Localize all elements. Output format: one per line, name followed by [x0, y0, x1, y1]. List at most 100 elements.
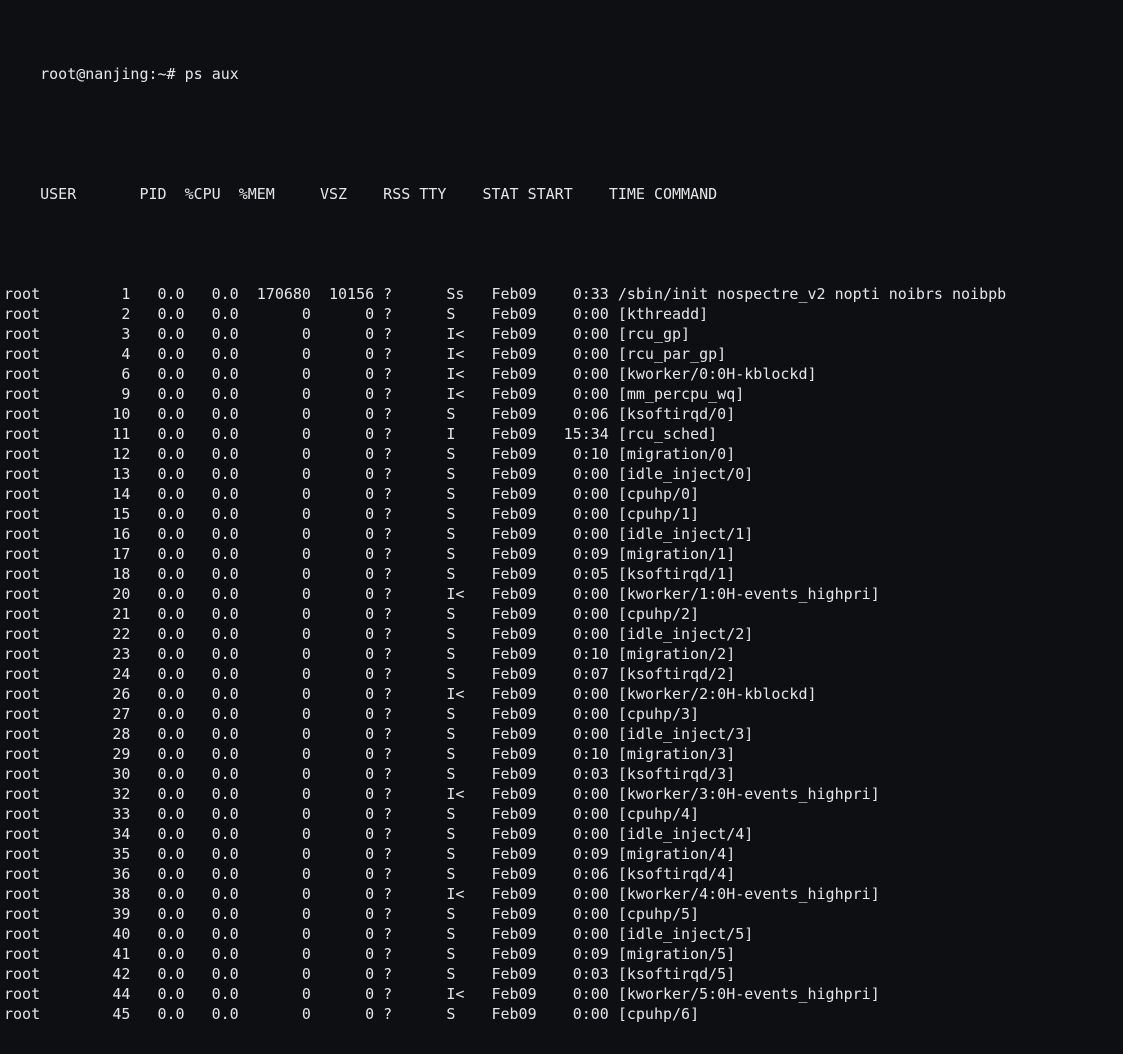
cell-pid: 40	[85, 924, 130, 944]
cell-start: Feb09	[491, 624, 545, 644]
cell-tty: ?	[383, 904, 392, 924]
cell-rss: 0	[320, 844, 374, 864]
cell-cpu: 0.0	[139, 364, 184, 384]
cell-start: Feb09	[491, 384, 545, 404]
cell-rss: 0	[320, 884, 374, 904]
cell-pid: 10	[85, 404, 130, 424]
cell-tty: ?	[383, 304, 392, 324]
cell-cpu: 0.0	[139, 484, 184, 504]
cell-command: [migration/0]	[618, 444, 735, 464]
cell-stat: S	[446, 1004, 482, 1024]
col-header-vsz: VSZ	[275, 184, 347, 204]
cell-start: Feb09	[491, 424, 545, 444]
cell-vsz: 0	[239, 484, 311, 504]
cell-rss: 0	[320, 424, 374, 444]
cell-mem: 0.0	[194, 764, 239, 784]
ps-row: root29 0.0 0.00 0 ? S Feb09 0:10 [migrat…	[4, 744, 1117, 764]
cell-stat: I<	[446, 584, 482, 604]
cell-user: root	[4, 784, 85, 804]
cell-rss: 0	[320, 444, 374, 464]
cell-time: 0:00	[555, 364, 609, 384]
cell-pid: 22	[85, 624, 130, 644]
cell-cpu: 0.0	[139, 464, 184, 484]
cell-rss: 0	[320, 704, 374, 724]
cell-time: 0:00	[555, 344, 609, 364]
cell-start: Feb09	[491, 444, 545, 464]
cell-user: root	[4, 524, 85, 544]
ps-row: root9 0.0 0.00 0 ? I< Feb09 0:00 [mm_per…	[4, 384, 1117, 404]
cell-stat: S	[446, 704, 482, 724]
cell-start: Feb09	[491, 924, 545, 944]
cell-rss: 0	[320, 904, 374, 924]
cell-tty: ?	[383, 724, 392, 744]
cell-rss: 0	[320, 504, 374, 524]
cell-rss: 0	[320, 544, 374, 564]
cell-stat: Ss	[446, 284, 482, 304]
cell-cpu: 0.0	[139, 544, 184, 564]
cell-tty: ?	[383, 664, 392, 684]
cell-cpu: 0.0	[139, 604, 184, 624]
cell-stat: S	[446, 504, 482, 524]
cell-pid: 24	[85, 664, 130, 684]
cell-command: [migration/1]	[618, 544, 735, 564]
cell-user: root	[4, 344, 85, 364]
cell-rss: 0	[320, 924, 374, 944]
cell-stat: I<	[446, 384, 482, 404]
cell-user: root	[4, 684, 85, 704]
cell-start: Feb09	[491, 864, 545, 884]
ps-row: root10 0.0 0.00 0 ? S Feb09 0:06 [ksofti…	[4, 404, 1117, 424]
cell-stat: I<	[446, 784, 482, 804]
cell-stat: I<	[446, 324, 482, 344]
cell-time: 0:06	[555, 864, 609, 884]
cell-time: 0:00	[555, 1004, 609, 1024]
cell-user: root	[4, 664, 85, 684]
ps-row: root38 0.0 0.00 0 ? I< Feb09 0:00 [kwork…	[4, 884, 1117, 904]
cell-pid: 33	[85, 804, 130, 824]
cell-vsz: 0	[239, 464, 311, 484]
cell-stat: S	[446, 524, 482, 544]
cell-pid: 28	[85, 724, 130, 744]
cell-start: Feb09	[491, 804, 545, 824]
cell-vsz: 0	[239, 384, 311, 404]
shell-prompt-line: root@nanjing:~# ps aux	[4, 44, 1117, 104]
cell-stat: S	[446, 764, 482, 784]
terminal-window[interactable]: root@nanjing:~# ps aux USERPID %CPU %MEM…	[0, 0, 1123, 1054]
cell-vsz: 0	[239, 444, 311, 464]
cell-user: root	[4, 444, 85, 464]
cell-pid: 30	[85, 764, 130, 784]
cell-user: root	[4, 744, 85, 764]
cell-tty: ?	[383, 744, 392, 764]
cell-command: [idle_inject/1]	[618, 524, 753, 544]
cell-vsz: 0	[239, 604, 311, 624]
cell-time: 0:00	[555, 684, 609, 704]
cell-stat: S	[446, 924, 482, 944]
cell-cpu: 0.0	[139, 984, 184, 1004]
cell-stat: S	[446, 484, 482, 504]
cell-mem: 0.0	[194, 544, 239, 564]
cell-time: 0:00	[555, 784, 609, 804]
cell-time: 0:00	[555, 884, 609, 904]
cell-pid: 6	[85, 364, 130, 384]
cell-stat: S	[446, 544, 482, 564]
cell-rss: 0	[320, 344, 374, 364]
cell-command: [ksoftirqd/0]	[618, 404, 735, 424]
cell-cpu: 0.0	[139, 764, 184, 784]
cell-time: 0:00	[555, 704, 609, 724]
cell-start: Feb09	[491, 324, 545, 344]
cell-cpu: 0.0	[139, 884, 184, 904]
ps-row: root26 0.0 0.00 0 ? I< Feb09 0:00 [kwork…	[4, 684, 1117, 704]
cell-pid: 26	[85, 684, 130, 704]
cell-vsz: 0	[239, 864, 311, 884]
cell-time: 0:00	[555, 924, 609, 944]
cell-time: 0:00	[555, 504, 609, 524]
ps-row: root11 0.0 0.00 0 ? I Feb09 15:34 [rcu_s…	[4, 424, 1117, 444]
ps-row: root24 0.0 0.00 0 ? S Feb09 0:07 [ksofti…	[4, 664, 1117, 684]
cell-vsz: 0	[239, 584, 311, 604]
ps-row: root34 0.0 0.00 0 ? S Feb09 0:00 [idle_i…	[4, 824, 1117, 844]
cell-vsz: 0	[239, 904, 311, 924]
col-header-start: START	[528, 184, 582, 204]
cell-time: 0:00	[555, 484, 609, 504]
cell-stat: S	[446, 404, 482, 424]
cell-command: /sbin/init nospectre_v2 nopti noibrs noi…	[618, 284, 1006, 304]
col-header-time: TIME	[591, 184, 645, 204]
